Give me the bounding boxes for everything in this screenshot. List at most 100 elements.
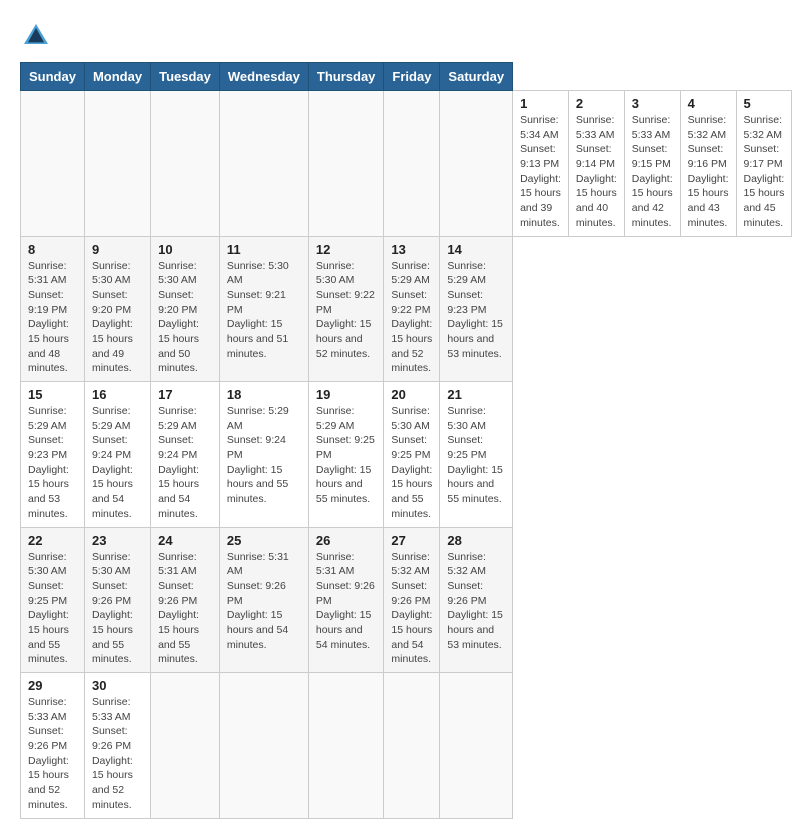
logo-icon — [20, 20, 52, 52]
day-cell-18: 18 Sunrise: 5:29 AMSunset: 9:24 PMDaylig… — [219, 382, 308, 528]
day-number: 2 — [576, 96, 617, 111]
day-info: Sunrise: 5:32 AMSunset: 9:16 PMDaylight:… — [688, 113, 729, 231]
empty-cell — [440, 91, 513, 237]
day-cell-3: 3 Sunrise: 5:33 AMSunset: 9:15 PMDayligh… — [624, 91, 680, 237]
day-number: 18 — [227, 387, 301, 402]
header — [20, 20, 772, 52]
day-cell-10: 10 Sunrise: 5:30 AMSunset: 9:20 PMDaylig… — [151, 236, 220, 382]
day-cell-4: 4 Sunrise: 5:32 AMSunset: 9:16 PMDayligh… — [680, 91, 736, 237]
day-number: 16 — [92, 387, 143, 402]
column-header-monday: Monday — [84, 63, 150, 91]
day-number: 30 — [92, 678, 143, 693]
day-info: Sunrise: 5:31 AMSunset: 9:26 PMDaylight:… — [227, 550, 301, 653]
day-cell-2: 2 Sunrise: 5:33 AMSunset: 9:14 PMDayligh… — [568, 91, 624, 237]
empty-cell — [151, 91, 220, 237]
week-row-5: 29 Sunrise: 5:33 AMSunset: 9:26 PMDaylig… — [21, 673, 792, 819]
day-cell-1: 1 Sunrise: 5:34 AMSunset: 9:13 PMDayligh… — [513, 91, 569, 237]
day-info: Sunrise: 5:30 AMSunset: 9:21 PMDaylight:… — [227, 259, 301, 362]
day-info: Sunrise: 5:29 AMSunset: 9:24 PMDaylight:… — [227, 404, 301, 507]
day-info: Sunrise: 5:31 AMSunset: 9:26 PMDaylight:… — [158, 550, 212, 668]
day-number: 11 — [227, 242, 301, 257]
empty-cell — [219, 91, 308, 237]
calendar-body: 1 Sunrise: 5:34 AMSunset: 9:13 PMDayligh… — [21, 91, 792, 819]
day-number: 3 — [632, 96, 673, 111]
day-info: Sunrise: 5:30 AMSunset: 9:20 PMDaylight:… — [158, 259, 212, 377]
week-row-2: 8 Sunrise: 5:31 AMSunset: 9:19 PMDayligh… — [21, 236, 792, 382]
day-cell-24: 24 Sunrise: 5:31 AMSunset: 9:26 PMDaylig… — [151, 527, 220, 673]
day-info: Sunrise: 5:33 AMSunset: 9:26 PMDaylight:… — [28, 695, 77, 813]
day-cell-13: 13 Sunrise: 5:29 AMSunset: 9:22 PMDaylig… — [384, 236, 440, 382]
day-number: 17 — [158, 387, 212, 402]
day-cell-9: 9 Sunrise: 5:30 AMSunset: 9:20 PMDayligh… — [84, 236, 150, 382]
day-info: Sunrise: 5:29 AMSunset: 9:23 PMDaylight:… — [447, 259, 505, 362]
day-number: 10 — [158, 242, 212, 257]
week-row-1: 1 Sunrise: 5:34 AMSunset: 9:13 PMDayligh… — [21, 91, 792, 237]
day-cell-15: 15 Sunrise: 5:29 AMSunset: 9:23 PMDaylig… — [21, 382, 85, 528]
day-info: Sunrise: 5:33 AMSunset: 9:26 PMDaylight:… — [92, 695, 143, 813]
logo — [20, 20, 56, 52]
day-number: 15 — [28, 387, 77, 402]
column-header-wednesday: Wednesday — [219, 63, 308, 91]
day-number: 27 — [391, 533, 432, 548]
day-number: 5 — [744, 96, 785, 111]
day-info: Sunrise: 5:30 AMSunset: 9:20 PMDaylight:… — [92, 259, 143, 377]
column-header-friday: Friday — [384, 63, 440, 91]
day-info: Sunrise: 5:30 AMSunset: 9:22 PMDaylight:… — [316, 259, 377, 362]
day-number: 25 — [227, 533, 301, 548]
day-info: Sunrise: 5:32 AMSunset: 9:17 PMDaylight:… — [744, 113, 785, 231]
day-cell-17: 17 Sunrise: 5:29 AMSunset: 9:24 PMDaylig… — [151, 382, 220, 528]
day-number: 14 — [447, 242, 505, 257]
day-number: 19 — [316, 387, 377, 402]
column-header-thursday: Thursday — [308, 63, 384, 91]
day-number: 29 — [28, 678, 77, 693]
day-cell-8: 8 Sunrise: 5:31 AMSunset: 9:19 PMDayligh… — [21, 236, 85, 382]
day-number: 23 — [92, 533, 143, 548]
day-cell-27: 27 Sunrise: 5:32 AMSunset: 9:26 PMDaylig… — [384, 527, 440, 673]
day-cell-26: 26 Sunrise: 5:31 AMSunset: 9:26 PMDaylig… — [308, 527, 384, 673]
day-number: 9 — [92, 242, 143, 257]
day-number: 1 — [520, 96, 561, 111]
day-cell-23: 23 Sunrise: 5:30 AMSunset: 9:26 PMDaylig… — [84, 527, 150, 673]
day-info: Sunrise: 5:34 AMSunset: 9:13 PMDaylight:… — [520, 113, 561, 231]
empty-cell — [384, 673, 440, 819]
day-number: 28 — [447, 533, 505, 548]
day-cell-29: 29 Sunrise: 5:33 AMSunset: 9:26 PMDaylig… — [21, 673, 85, 819]
day-cell-20: 20 Sunrise: 5:30 AMSunset: 9:25 PMDaylig… — [384, 382, 440, 528]
day-number: 4 — [688, 96, 729, 111]
day-number: 13 — [391, 242, 432, 257]
day-cell-21: 21 Sunrise: 5:30 AMSunset: 9:25 PMDaylig… — [440, 382, 513, 528]
column-header-sunday: Sunday — [21, 63, 85, 91]
day-info: Sunrise: 5:31 AMSunset: 9:19 PMDaylight:… — [28, 259, 77, 377]
day-number: 24 — [158, 533, 212, 548]
calendar-table: SundayMondayTuesdayWednesdayThursdayFrid… — [20, 62, 792, 819]
day-cell-14: 14 Sunrise: 5:29 AMSunset: 9:23 PMDaylig… — [440, 236, 513, 382]
day-info: Sunrise: 5:29 AMSunset: 9:25 PMDaylight:… — [316, 404, 377, 507]
calendar-header-row: SundayMondayTuesdayWednesdayThursdayFrid… — [21, 63, 792, 91]
day-number: 22 — [28, 533, 77, 548]
day-info: Sunrise: 5:32 AMSunset: 9:26 PMDaylight:… — [391, 550, 432, 668]
day-cell-11: 11 Sunrise: 5:30 AMSunset: 9:21 PMDaylig… — [219, 236, 308, 382]
empty-cell — [151, 673, 220, 819]
day-info: Sunrise: 5:29 AMSunset: 9:24 PMDaylight:… — [92, 404, 143, 522]
day-number: 21 — [447, 387, 505, 402]
day-info: Sunrise: 5:29 AMSunset: 9:24 PMDaylight:… — [158, 404, 212, 522]
day-cell-22: 22 Sunrise: 5:30 AMSunset: 9:25 PMDaylig… — [21, 527, 85, 673]
day-info: Sunrise: 5:30 AMSunset: 9:26 PMDaylight:… — [92, 550, 143, 668]
day-cell-16: 16 Sunrise: 5:29 AMSunset: 9:24 PMDaylig… — [84, 382, 150, 528]
day-info: Sunrise: 5:31 AMSunset: 9:26 PMDaylight:… — [316, 550, 377, 653]
day-cell-5: 5 Sunrise: 5:32 AMSunset: 9:17 PMDayligh… — [736, 91, 792, 237]
day-number: 8 — [28, 242, 77, 257]
day-info: Sunrise: 5:30 AMSunset: 9:25 PMDaylight:… — [391, 404, 432, 522]
empty-cell — [440, 673, 513, 819]
column-header-tuesday: Tuesday — [151, 63, 220, 91]
week-row-3: 15 Sunrise: 5:29 AMSunset: 9:23 PMDaylig… — [21, 382, 792, 528]
day-cell-25: 25 Sunrise: 5:31 AMSunset: 9:26 PMDaylig… — [219, 527, 308, 673]
day-info: Sunrise: 5:30 AMSunset: 9:25 PMDaylight:… — [28, 550, 77, 668]
day-info: Sunrise: 5:30 AMSunset: 9:25 PMDaylight:… — [447, 404, 505, 507]
day-info: Sunrise: 5:33 AMSunset: 9:15 PMDaylight:… — [632, 113, 673, 231]
day-number: 26 — [316, 533, 377, 548]
empty-cell — [384, 91, 440, 237]
day-cell-12: 12 Sunrise: 5:30 AMSunset: 9:22 PMDaylig… — [308, 236, 384, 382]
empty-cell — [219, 673, 308, 819]
column-header-saturday: Saturday — [440, 63, 513, 91]
